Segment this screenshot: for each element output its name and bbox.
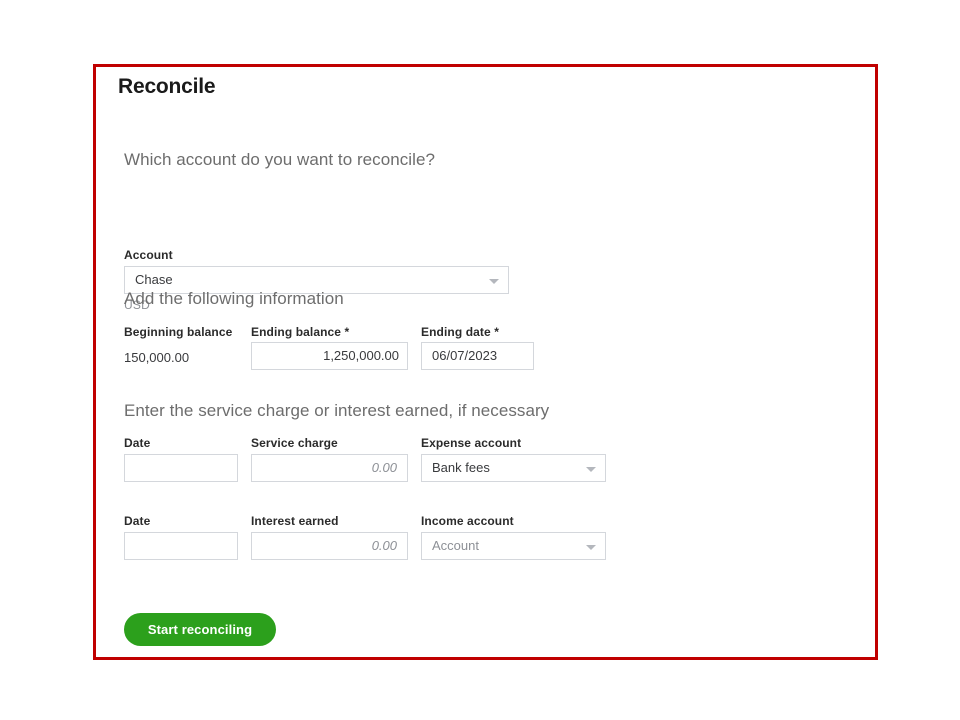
reconcile-panel: Reconcile Which account do you want to r…: [96, 67, 875, 657]
label-beginning-balance: Beginning balance: [124, 325, 232, 339]
label-interest-date: Date: [124, 514, 150, 528]
income-account-dropdown[interactable]: Account: [421, 532, 606, 560]
label-interest-earned: Interest earned: [251, 514, 339, 528]
service-date-input[interactable]: [124, 454, 238, 482]
label-ending-date: Ending date *: [421, 325, 499, 339]
start-reconciling-button[interactable]: Start reconciling: [124, 613, 276, 646]
page-title: Reconcile: [118, 75, 215, 99]
interest-earned-input[interactable]: 0.00: [251, 532, 408, 560]
label-ending-balance: Ending balance *: [251, 325, 349, 339]
reconcile-highlight-frame: Reconcile Which account do you want to r…: [93, 64, 878, 660]
service-charge-input[interactable]: 0.00: [251, 454, 408, 482]
ending-balance-input[interactable]: 1,250,000.00: [251, 342, 408, 370]
label-expense-account: Expense account: [421, 436, 521, 450]
chevron-down-icon: [586, 545, 596, 550]
income-account-placeholder: Account: [432, 533, 479, 559]
expense-account-value: Bank fees: [432, 455, 490, 481]
label-service-date: Date: [124, 436, 150, 450]
section-heading-add-information: Add the following information: [124, 289, 344, 309]
ending-date-input[interactable]: 06/07/2023: [421, 342, 534, 370]
expense-account-dropdown[interactable]: Bank fees: [421, 454, 606, 482]
label-income-account: Income account: [421, 514, 514, 528]
label-account: Account: [124, 248, 173, 262]
label-service-charge: Service charge: [251, 436, 338, 450]
chevron-down-icon: [586, 467, 596, 472]
beginning-balance-value: 150,000.00: [124, 350, 189, 365]
section-heading-which-account: Which account do you want to reconcile?: [124, 150, 435, 170]
section-heading-service-charge: Enter the service charge or interest ear…: [124, 401, 549, 421]
interest-date-input[interactable]: [124, 532, 238, 560]
chevron-down-icon: [489, 279, 499, 284]
